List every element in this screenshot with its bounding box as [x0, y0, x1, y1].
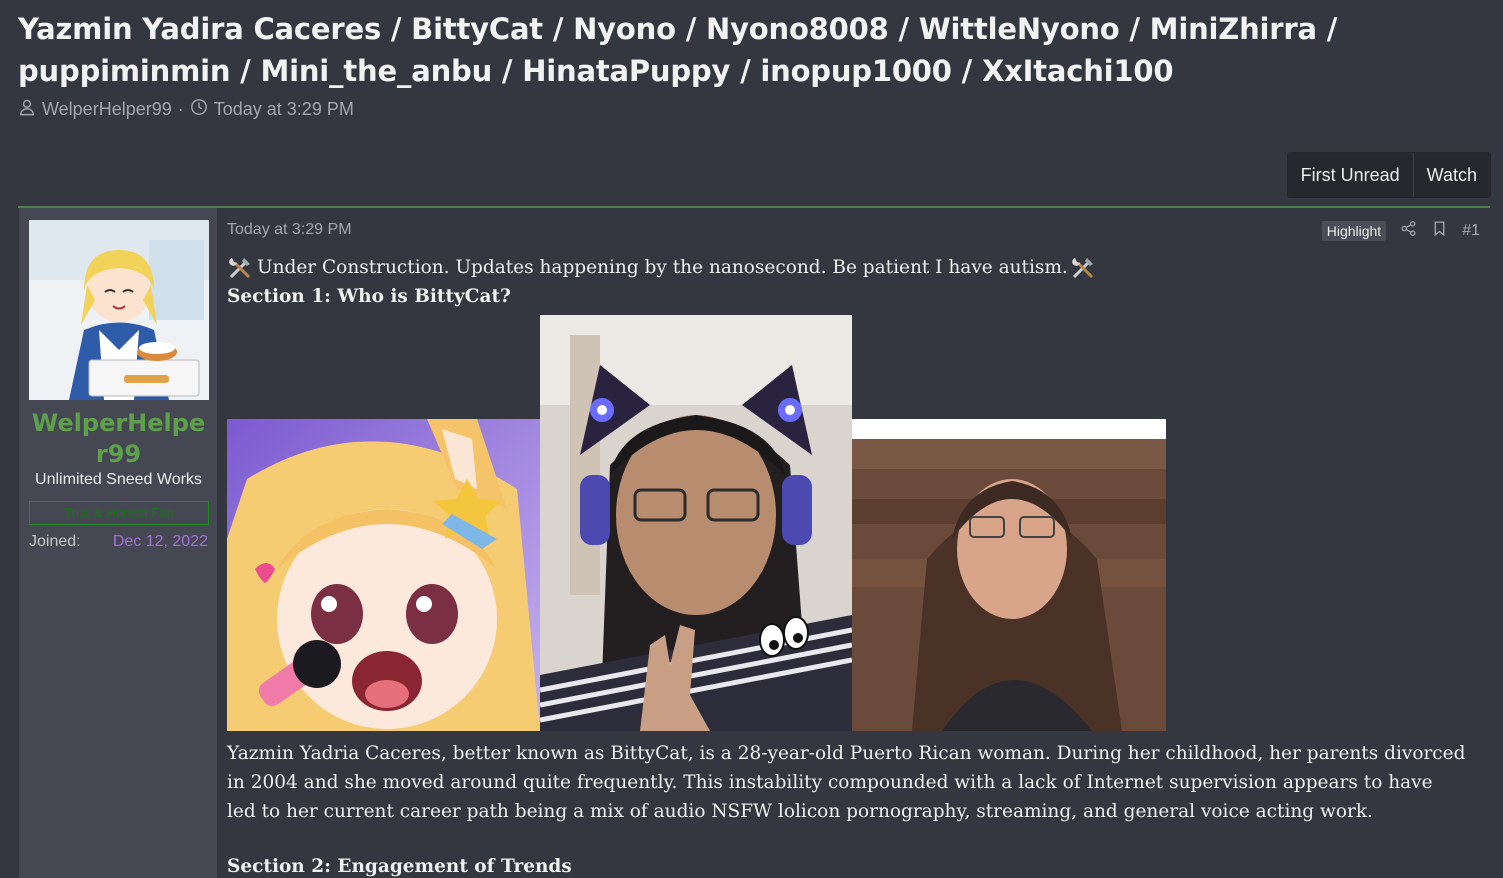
portrait-photo[interactable]: [852, 419, 1166, 731]
first-unread-button[interactable]: First Unread: [1287, 153, 1413, 197]
intro-paragraph: Yazmin Yadria Caceres, better known as B…: [227, 743, 1466, 822]
section-2-heading: Section 2: Engagement of Trends: [227, 856, 572, 877]
post-body: Under Construction. Updates happening by…: [227, 253, 1462, 311]
anime-girl-image[interactable]: [227, 419, 540, 731]
bookmark-icon[interactable]: [1431, 220, 1448, 242]
clock-icon: [190, 98, 208, 121]
thread-author-link[interactable]: WelperHelper99: [42, 99, 172, 120]
user-title: Unlimited Sneed Works: [35, 471, 202, 488]
construction-notice: Under Construction. Updates happening by…: [257, 257, 1068, 278]
section-1-heading: Section 1: Who is BittyCat?: [227, 286, 511, 307]
joined-date: Dec 12, 2022: [112, 533, 208, 550]
user-banner: True & Honest Fan: [29, 501, 209, 525]
joined-label: Joined:: [29, 533, 81, 550]
hammer-wrench-icon: [1070, 255, 1098, 281]
share-icon[interactable]: [1400, 220, 1417, 242]
post-images: [227, 315, 1177, 731]
avatar[interactable]: [29, 220, 209, 400]
post-number[interactable]: #1: [1462, 222, 1480, 240]
post-actions: Highlight #1: [1321, 220, 1480, 242]
post-main: Today at 3:29 PM Highlight #1 Under Cons…: [217, 208, 1490, 878]
post-username[interactable]: WelperHelper99: [19, 408, 218, 470]
notice-line: Under Construction. Updates happening by…: [227, 253, 1462, 282]
watch-button[interactable]: Watch: [1412, 153, 1490, 197]
post-date[interactable]: Today at 3:29 PM: [227, 221, 352, 239]
thread-button-group: First Unread Watch: [1286, 152, 1491, 198]
hammer-wrench-icon: [227, 255, 255, 281]
user-icon: [18, 98, 36, 121]
highlight-badge[interactable]: Highlight: [1321, 221, 1387, 241]
post: WelperHelper99 Unlimited Sneed Works Tru…: [18, 206, 1490, 878]
thread-meta: WelperHelper99 · Today at 3:29 PM: [18, 98, 354, 121]
thread-title: Yazmin Yadira Caceres / BittyCat / Nyono…: [18, 12, 1338, 88]
meta-separator: ·: [177, 99, 184, 119]
cat-ear-headset-photo[interactable]: [540, 315, 852, 731]
post-user-column: WelperHelper99 Unlimited Sneed Works Tru…: [18, 208, 218, 878]
thread-time[interactable]: Today at 3:29 PM: [214, 99, 354, 120]
